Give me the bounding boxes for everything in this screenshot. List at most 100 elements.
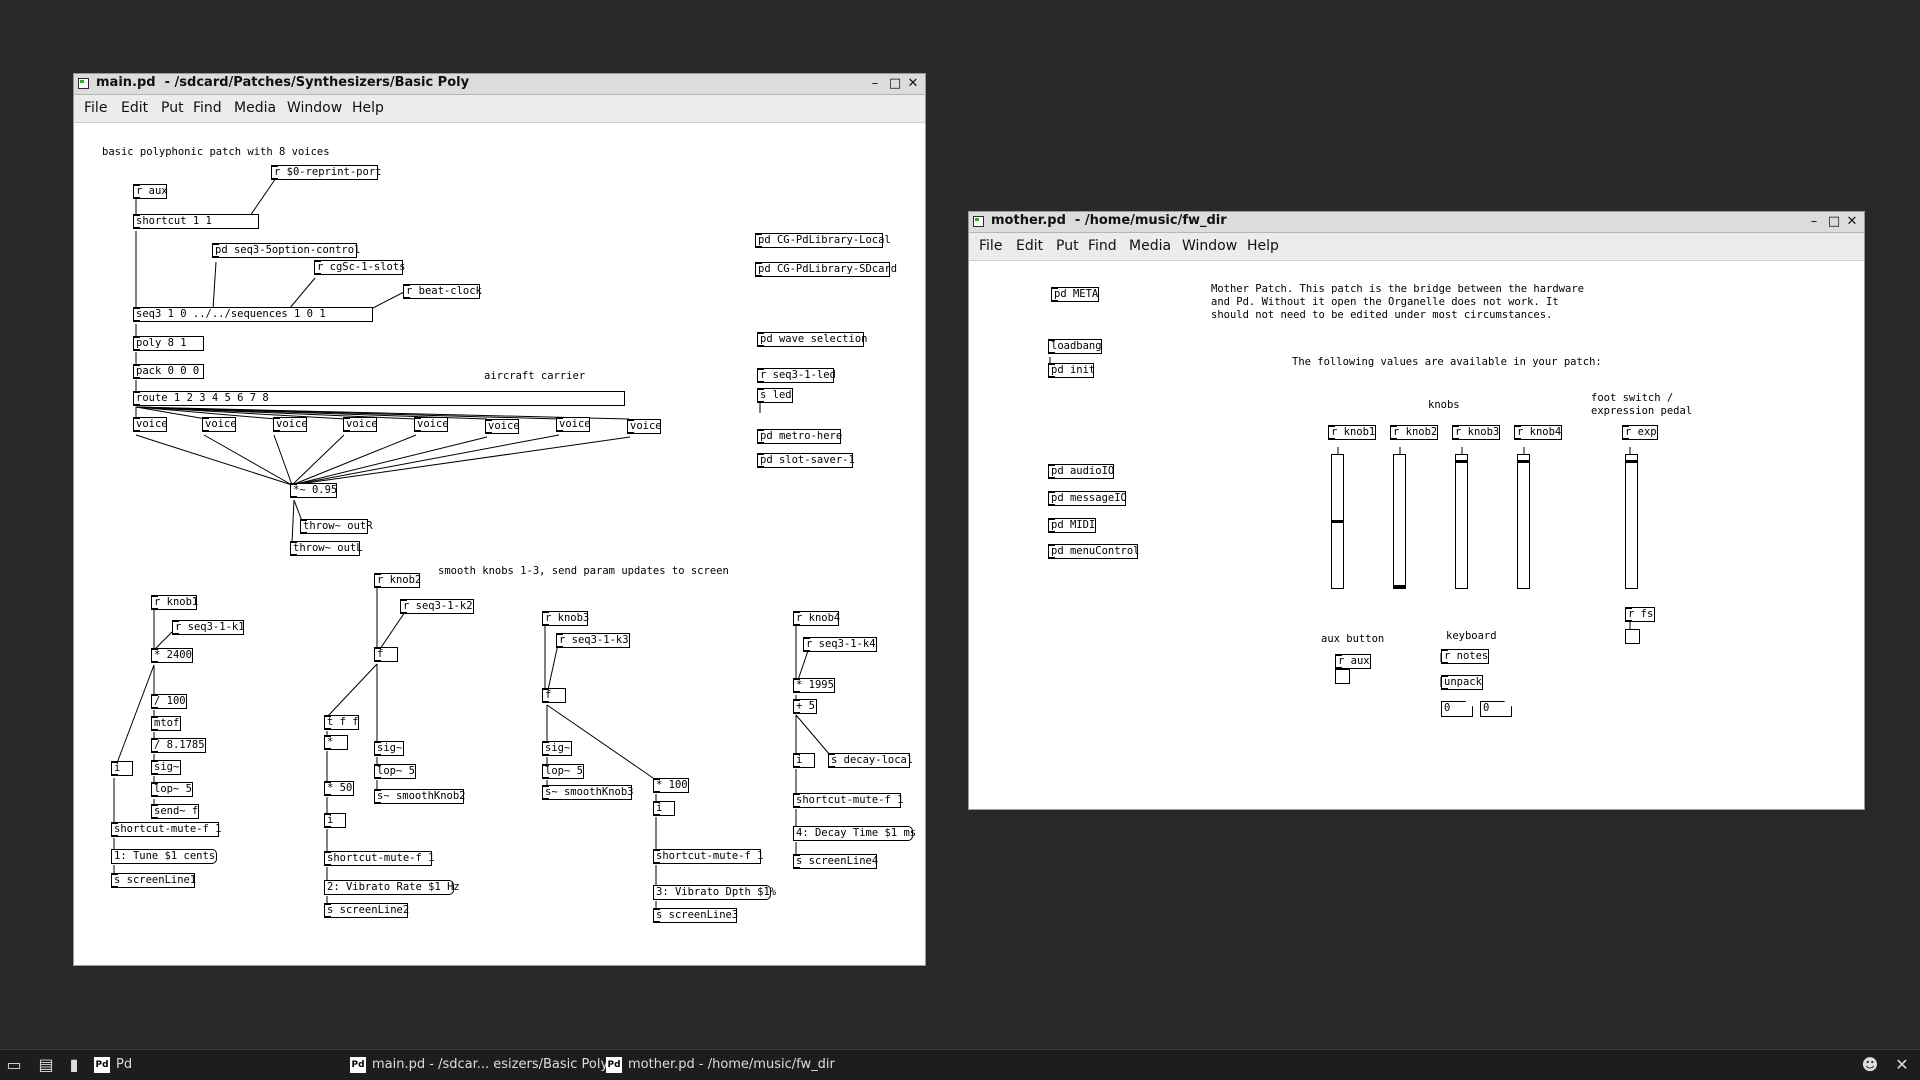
knob1-slider[interactable] (1331, 454, 1344, 589)
pd-object[interactable]: pd slot-saver-1 (757, 453, 855, 468)
pd-object[interactable]: throw~ outL (290, 541, 363, 556)
pd-object[interactable]: i (793, 753, 815, 768)
menu-edit[interactable]: Edit (1016, 238, 1043, 254)
taskbar-mother-window[interactable]: Pd mother.pd - /home/music/fw_dir (606, 1050, 835, 1080)
pd-object[interactable]: voice (343, 417, 378, 432)
pd-object[interactable]: f (542, 688, 566, 703)
pd-object[interactable]: s decay-local (828, 753, 913, 768)
menu-find[interactable]: Find (193, 100, 222, 116)
menu-media[interactable]: Media (234, 100, 276, 116)
pd-object[interactable]: r knob4 (1514, 425, 1562, 440)
pd-object[interactable]: pd init (1048, 363, 1095, 378)
pd-object[interactable]: shortcut-mute-f 1 (793, 793, 903, 808)
pd-object[interactable]: sig~ (374, 741, 404, 756)
pd-object[interactable]: r knob3 (1452, 425, 1500, 440)
trash-icon[interactable]: ▮ (64, 1055, 84, 1075)
pd-object[interactable]: r seq3-1-k1 (172, 620, 245, 635)
mother-patch-canvas[interactable]: pd META Mother Patch. This patch is the … (969, 261, 1864, 809)
pd-object[interactable]: s screenLine1 (111, 873, 196, 888)
pd-object[interactable]: send~ f (151, 804, 199, 819)
pd-object[interactable]: r aux (133, 184, 168, 199)
pd-object[interactable]: r exp (1622, 425, 1658, 440)
pd-object[interactable]: route 1 2 3 4 5 6 7 8 (133, 391, 625, 406)
pd-object[interactable]: r seq3-1-k3 (556, 633, 630, 648)
pd-object[interactable]: lop~ 5 (151, 782, 193, 797)
pd-object[interactable]: s screenLine2 (324, 903, 409, 918)
menu-media[interactable]: Media (1129, 238, 1171, 254)
pd-object[interactable]: voice (202, 417, 237, 432)
pd-object[interactable]: voice (485, 419, 520, 434)
pd-object[interactable]: s screenLine4 (793, 854, 878, 869)
main-window[interactable]: main.pd - /sdcard/Patches/Synthesizers/B… (73, 73, 926, 966)
pd-object[interactable]: throw~ outR (300, 519, 373, 534)
pd-object[interactable]: voice (133, 417, 168, 432)
pd-message[interactable]: 3: Vibrato Dpth $1% (653, 885, 776, 900)
maximize-icon[interactable]: □ (885, 74, 905, 94)
pd-object[interactable]: poly 8 1 (133, 336, 204, 351)
pd-object[interactable]: f (374, 647, 398, 662)
pd-object[interactable]: r aux (1335, 654, 1371, 669)
knob4-slider[interactable] (1517, 454, 1530, 589)
pd-object[interactable]: pd META (1051, 287, 1099, 302)
pd-object[interactable]: r knob2 (1390, 425, 1438, 440)
menu-help[interactable]: Help (352, 100, 384, 116)
pd-object[interactable]: voice (273, 417, 308, 432)
pd-object[interactable]: voice (414, 417, 449, 432)
pd-object[interactable]: r knob1 (1328, 425, 1376, 440)
menu-edit[interactable]: Edit (121, 100, 148, 116)
pd-object[interactable]: i (111, 761, 133, 776)
pd-object[interactable]: pd seq3-5option-control (212, 243, 360, 258)
pd-object[interactable]: voice (556, 417, 591, 432)
menu-find[interactable]: Find (1088, 238, 1117, 254)
mother-titlebar[interactable]: mother.pd - /home/music/fw_dir – □ ✕ (969, 212, 1864, 233)
pd-object[interactable]: r knob1 (151, 595, 198, 610)
taskbar-pd[interactable]: Pd Pd (94, 1050, 132, 1080)
pd-object[interactable]: r beat-clock (403, 284, 482, 299)
pd-object[interactable]: * 2400 (151, 648, 193, 663)
exp-slider[interactable] (1625, 454, 1638, 589)
velocity-number-box[interactable]: 0 (1480, 701, 1512, 717)
pd-object[interactable]: shortcut-mute-f 1 (324, 851, 434, 866)
pd-object[interactable]: *~ 0.95 (290, 483, 337, 498)
close-icon[interactable]: ✕ (903, 74, 923, 94)
file-manager-icon[interactable]: ▤ (36, 1055, 56, 1075)
pd-object[interactable]: / 100 (151, 694, 187, 709)
pd-object[interactable]: r seq3-1-k4 (803, 637, 877, 652)
pd-object[interactable]: r knob3 (542, 611, 589, 626)
pd-object[interactable]: pd messageIO (1048, 491, 1127, 506)
pd-object[interactable]: * 100 (653, 778, 689, 793)
menu-put[interactable]: Put (161, 100, 184, 116)
pd-object[interactable]: shortcut 1 1 (133, 214, 259, 229)
pd-object[interactable]: pd menuControl (1048, 544, 1140, 559)
knob2-slider[interactable] (1393, 454, 1406, 589)
close-session-icon[interactable]: ✕ (1892, 1055, 1912, 1075)
menu-put[interactable]: Put (1056, 238, 1079, 254)
pd-object[interactable]: loadbang (1048, 339, 1102, 354)
pd-object[interactable]: + 5 (793, 699, 817, 714)
pd-object[interactable]: sig~ (542, 741, 572, 756)
pd-object[interactable]: r knob4 (793, 611, 840, 626)
pd-object[interactable]: pd CG-PdLibrary-Local (755, 233, 891, 248)
mother-window[interactable]: mother.pd - /home/music/fw_dir – □ ✕ Fil… (968, 211, 1865, 810)
pd-object[interactable]: pd MIDI (1048, 518, 1096, 533)
taskbar-main-window[interactable]: Pd main.pd - /sdcar... esizers/Basic Poly (350, 1050, 608, 1080)
pd-object[interactable]: pd metro-here (757, 429, 842, 444)
pd-object[interactable]: i (653, 801, 675, 816)
pd-object[interactable]: lop~ 5 (542, 764, 584, 779)
aux-bang[interactable] (1335, 669, 1350, 684)
pd-object[interactable]: shortcut-mute-f 1 (653, 849, 763, 864)
note-number-box[interactable]: 0 (1441, 701, 1473, 717)
menu-file[interactable]: File (84, 100, 107, 116)
minimize-icon[interactable]: – (1804, 212, 1824, 232)
pd-message[interactable]: 4: Decay Time $1 ms (793, 826, 916, 841)
menu-window[interactable]: Window (287, 100, 342, 116)
fs-bang[interactable] (1625, 629, 1640, 644)
close-icon[interactable]: ✕ (1842, 212, 1862, 232)
menu-window[interactable]: Window (1182, 238, 1237, 254)
pd-object[interactable]: voice (627, 419, 662, 434)
pd-object[interactable]: * 1995 (793, 678, 835, 693)
minimize-icon[interactable]: – (865, 74, 885, 94)
pd-object[interactable]: s screenLine3 (653, 908, 738, 923)
pd-object[interactable]: s led (757, 388, 793, 403)
terminal-icon[interactable]: ▭ (4, 1055, 24, 1075)
